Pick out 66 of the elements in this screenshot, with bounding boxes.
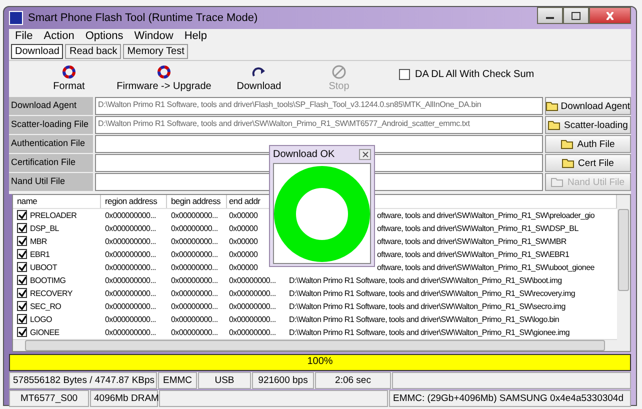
table-cell-text: D:\Walton Primo R1 Software, tools and driver\SW\Walton_Primo_R1_SW\logo.bin [288,314,560,326]
status-cell: 2:06 sec [315,372,391,389]
file-label: Certification File [9,154,93,172]
partition-name: UBOOT [30,262,57,274]
table-cell-text: 0x00000000... [170,300,219,313]
partition-name: LOGO [30,314,52,326]
dialog-title: Download OK [273,149,335,160]
window-title: Smart Phone Flash Tool (Runtime Trace Mode) [28,12,259,24]
partition-name: RECOVERY [30,288,72,300]
table-cell-text: 0x00000000... [170,262,219,274]
file-label: Download Agent [9,97,93,115]
table-cell-text: 0x00000 [228,210,259,222]
table-cell-text: D:\Walton Primo R1 Software, tools and driver\SW\Walton_Primo_R1_SW\recovery.img [288,288,576,300]
table-cell-text: 0x000000000... [104,262,157,274]
partition-name: EBR1 [30,248,50,261]
table-cell-text: oftware, tools and driver\SW\Walton_Primo_R1_SW\uboot_gionee [376,262,596,274]
status-cell: 921600 bps [252,372,314,389]
table-cell-text: 0x00000000... [228,300,277,313]
table-cell-text: oftware, tools and driver\SW\Walton_Primo_R1_SW\MBR [376,236,568,248]
table-cell-text: 0x00000000... [170,248,219,261]
status-cell: 4096Mb DRAM [90,390,158,407]
table-cell-text: 0x00000000... [228,288,277,300]
table-cell-text: 0x00000000... [170,326,219,339]
table-cell-text: 0x000000000... [104,326,157,339]
status-cell: MT6577_S00 [9,390,89,407]
file-label: Authentication File [9,135,93,153]
table-cell-text: 0x00000 [228,236,259,248]
table-cell-text: 0x000000000... [104,300,157,313]
status-cell: EMMC [158,372,197,389]
table-cell-text: D:\Walton Primo R1 Software, tools and driver\SW\Walton_Primo_R1_SW\secro.img [288,300,566,313]
partition-name: DSP_BL [30,222,59,235]
table-cell-text: 0x00000 [228,262,259,274]
table-cell-text: 0x00000000... [170,210,219,222]
status-cell: EMMC: (29Gb+4096Mb) SAMSUNG 0x4e4a5330304d [389,390,631,407]
table-cell-text: 0x000000000... [104,222,157,235]
table-cell-text: 0x00000000... [170,314,219,326]
table-cell-text: oftware, tools and driver\SW\Walton_Primo_R1_SW\EBR1 [376,248,570,261]
table-cell-text: 0x00000000... [170,274,219,287]
partition-name: PRELOADER [30,210,77,222]
table-cell-text: 0x00000 [228,248,259,261]
progress-label: 100% [306,356,334,367]
table-cell-text: 0x000000000... [104,236,157,248]
partition-name: MBR [30,236,47,248]
table-cell-text: D:\Walton Primo R1 Software, tools and driver\SW\Walton_Primo_R1_SW\gionee.img [288,326,571,339]
table-cell-text: 0x000000000... [104,274,157,287]
table-cell-text: 0x00000000... [228,326,277,339]
file-label: Scatter-loading File [9,116,93,134]
table-cell-text: oftware, tools and driver\SW\Walton_Primo_R1_SW\preloader_gio [376,210,596,222]
partition-name: BOOTIMG [30,274,66,287]
table-cell-text: 0x000000000... [104,314,157,326]
table-cell-text: 0x000000000... [104,288,157,300]
status-cell: USB [198,372,251,389]
table-cell-text: 0x00000000... [170,236,219,248]
table-cell-text: 0x000000000... [104,210,157,222]
table-cell-text: 0x00000000... [228,274,277,287]
file-label: Nand Util File [9,173,93,191]
table-cell-text: D:\Walton Primo R1 Software, tools and driver\SW\Walton_Primo_R1_SW\boot.img [288,274,563,287]
status-cell: 578556182 Bytes / 4747.87 KBps [9,372,157,389]
table-cell-text: 0x00000000... [170,222,219,235]
table-cell-text: oftware, tools and driver\SW\Walton_Primo_R1_SW\DSP_BL [376,222,580,235]
table-cell-text: 0x00000000... [228,314,277,326]
table-cell-text: 0x00000000... [170,288,219,300]
table-cell-text: 0x000000000... [104,248,157,261]
table-cell-text: 0x00000 [228,222,259,235]
partition-name: SEC_RO [30,300,62,313]
partition-name: GIONEE [30,326,60,339]
